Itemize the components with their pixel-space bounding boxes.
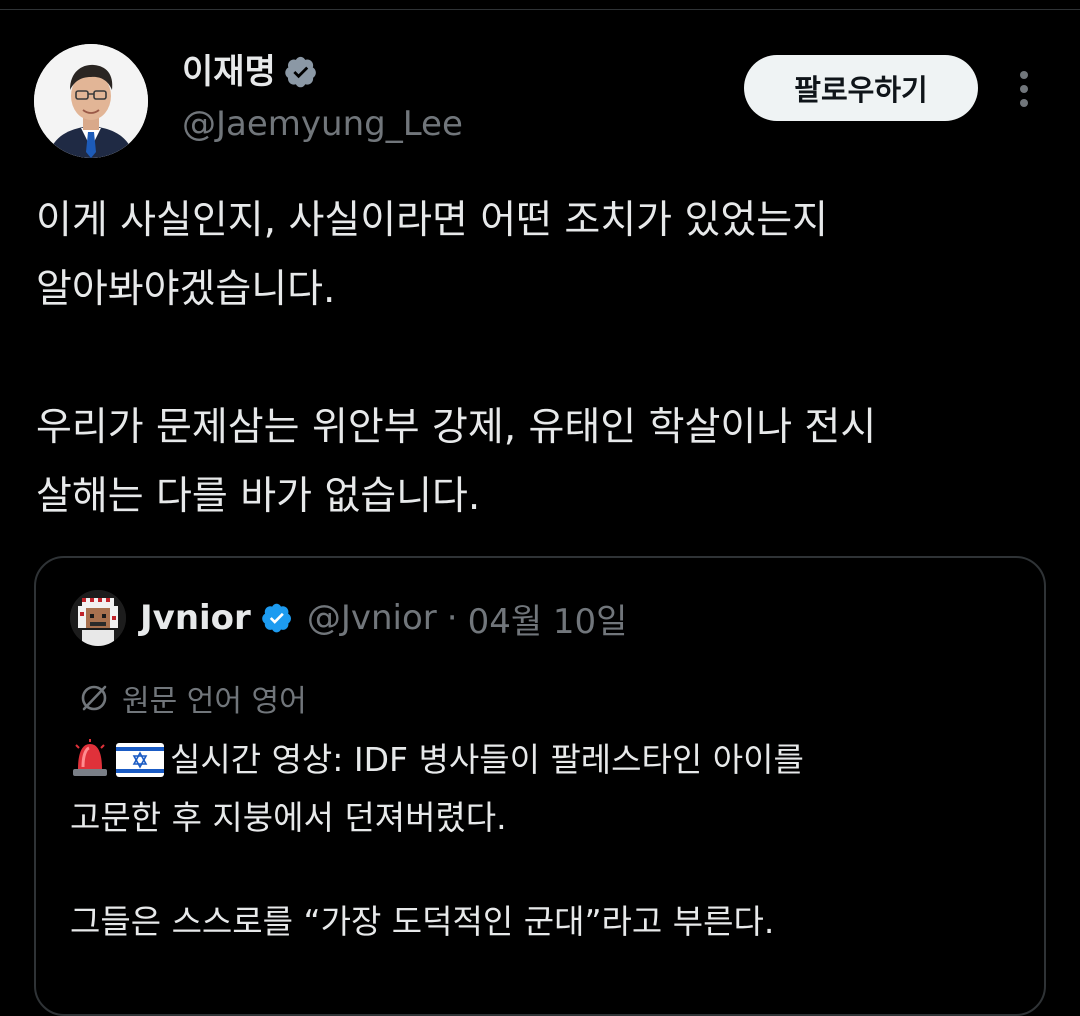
author-name[interactable]: 이재명 bbox=[182, 48, 276, 96]
quote-paragraph-gap bbox=[70, 844, 1020, 896]
author-name-row[interactable]: 이재명 bbox=[182, 48, 318, 96]
separator-dot: · bbox=[446, 598, 458, 638]
author-handle[interactable]: @Jaemyung_Lee bbox=[182, 100, 463, 148]
translation-label: 원문 언어 영어 bbox=[122, 684, 307, 719]
tweet-paragraph: 이게 사실인지, 사실이라면 어떤 조치가 있었는지 알아봐야겠습니다. bbox=[36, 186, 1056, 324]
tweet-line: 우리가 문제삼는 위안부 강제, 유태인 학살이나 전시 bbox=[36, 405, 877, 450]
follow-button[interactable]: 팔로우하기 bbox=[744, 55, 978, 121]
top-divider bbox=[0, 9, 1080, 10]
author-avatar[interactable] bbox=[34, 44, 148, 158]
quote-line: 고문한 후 지붕에서 던져버렸다. bbox=[70, 798, 507, 837]
tweet-text: 이게 사실인지, 사실이라면 어떤 조치가 있었는지 알아봐야겠습니다. 우리가… bbox=[36, 186, 1056, 531]
verified-badge-icon[interactable] bbox=[261, 602, 293, 634]
verified-badge-icon[interactable] bbox=[284, 55, 318, 89]
tweet-line: 살해는 다를 바가 없습니다. bbox=[36, 474, 481, 519]
quote-author-handle[interactable]: @Jvnior bbox=[307, 598, 437, 638]
quote-author-name[interactable]: Jvnior bbox=[140, 598, 251, 638]
quote-line: 실시간 영상: IDF 병사들이 팔레스타인 아이를 bbox=[70, 734, 1020, 792]
israel-flag-emoji bbox=[116, 740, 164, 792]
quote-header: Jvnior @Jvnior · 04월 10일 bbox=[70, 590, 627, 646]
pixel-avatar-icon bbox=[70, 590, 126, 646]
vertical-ellipsis-icon bbox=[1020, 71, 1028, 107]
quote-line-text: 실시간 영상: IDF 병사들이 팔레스타인 아이를 bbox=[170, 740, 804, 779]
translation-indicator[interactable]: 원문 언어 영어 bbox=[78, 676, 307, 720]
tweet-paragraph: 우리가 문제삼는 위안부 강제, 유태인 학살이나 전시 살해는 다를 바가 없… bbox=[36, 393, 1056, 531]
police-light-emoji bbox=[70, 739, 110, 792]
quote-text: 실시간 영상: IDF 병사들이 팔레스타인 아이를 고문한 후 지붕에서 던져… bbox=[70, 734, 1020, 948]
quote-line: 그들은 스스로를 “가장 도덕적인 군대”라고 부른다. bbox=[70, 902, 775, 941]
quoted-tweet-card[interactable]: Jvnior @Jvnior · 04월 10일 원문 언어 영어 실시간 영상… bbox=[34, 556, 1046, 1016]
translate-icon bbox=[81, 685, 107, 711]
quote-avatar[interactable] bbox=[70, 590, 126, 646]
tweet-line: 알아봐야겠습니다. bbox=[36, 267, 336, 312]
more-options-button[interactable] bbox=[1004, 66, 1044, 112]
tweet-line: 이게 사실인지, 사실이라면 어떤 조치가 있었는지 bbox=[36, 198, 828, 243]
quote-date[interactable]: 04월 10일 bbox=[468, 594, 628, 643]
author-photo bbox=[34, 44, 148, 158]
